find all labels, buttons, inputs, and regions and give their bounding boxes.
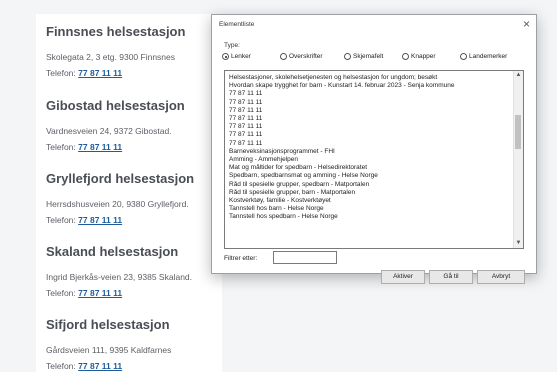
list-item[interactable]: Spedbarn, spedbarnsmat og amming - Helse… [229,172,513,180]
filter-input[interactable] [273,251,337,264]
station-phone-line: Telefon: 77 87 11 11 [46,287,226,299]
list-item[interactable]: 77 87 11 11 [229,140,513,148]
station-gryllefjord: Gryllefjord helsestasjon Herrsdshusveien… [46,171,226,226]
station-gibostad: Gibostad helsestasjon Vardnesveien 24, 9… [46,98,226,153]
list-item[interactable]: Tannstell hos barn - Helse Norge [229,205,513,213]
radio-label: Skjemafelt [353,53,384,60]
phone-label: Telefon: [46,142,76,152]
phone-link[interactable]: 77 87 11 11 [78,215,122,225]
radio-dot[interactable] [280,53,287,60]
scroll-down-icon[interactable]: ▼ [514,239,523,248]
list-item[interactable]: Amming - Ammehjelpen [229,156,513,164]
list-item[interactable]: 77 87 11 11 [229,131,513,139]
radio-dot[interactable] [222,53,229,60]
radio-label: Lenker [231,53,251,60]
phone-link[interactable]: 77 87 11 11 [78,361,122,371]
list-item[interactable]: 77 87 11 11 [229,115,513,123]
phone-label: Telefon: [46,215,76,225]
list-item[interactable]: Tannstell hos spedbarn - Helse Norge [229,213,513,221]
list-item[interactable]: Hvordan skape trygghet for barn - Kunsta… [229,82,513,90]
scroll-thumb[interactable] [515,115,521,149]
list-item[interactable]: 77 87 11 11 [229,90,513,98]
dialog-title: Elementliste [219,21,255,28]
radio-label: Overskrifter [289,53,323,60]
radio-label: Landemerker [469,53,508,60]
filter-label: Filtrer etter: [224,255,258,262]
radio-label: Knapper [411,53,436,60]
activate-button[interactable]: Aktiver [381,270,425,284]
station-sifjord: Sifjord helsestasjon Gårdsveien 111, 939… [46,317,226,372]
phone-label: Telefon: [46,68,76,78]
list-scrollbar[interactable]: ▲ ▼ [513,71,523,248]
list-item[interactable]: Helsestasjoner, skolehelsetjenesten og h… [229,74,513,82]
station-phone-line: Telefon: 77 87 11 11 [46,67,226,79]
station-finnsnes: Finnsnes helsestasjon Skolegata 2, 3 etg… [46,24,226,79]
station-skaland: Skaland helsestasjon Ingrid Bjerkås-veie… [46,244,226,299]
list-item[interactable]: Kostverktøy, familie - Kostverktøyet [229,197,513,205]
station-title: Skaland helsestasjon [46,244,179,259]
station-phone-line: Telefon: 77 87 11 11 [46,214,226,226]
station-phone-line: Telefon: 77 87 11 11 [46,141,226,153]
element-list-dialog: Elementliste × Type: Lenker Overskrifter… [211,14,537,284]
radio-links[interactable]: Lenker [222,53,251,60]
cancel-button[interactable]: Avbryt [477,270,525,284]
list-item[interactable]: Barneveksinasjonsprogrammet - FHI [229,148,513,156]
radio-landmarks[interactable]: Landemerker [460,53,507,60]
station-title: Gryllefjord helsestasjon [46,171,195,186]
phone-label: Telefon: [46,361,76,371]
station-title: Sifjord helsestasjon [46,317,170,332]
list-item[interactable]: 77 87 11 11 [229,107,513,115]
list-item[interactable]: Mat og måltider for spedbarn - Helsedire… [229,164,513,172]
radio-dot[interactable] [460,53,467,60]
station-phone-line: Telefon: 77 87 11 11 [46,360,226,372]
radio-headings[interactable]: Overskrifter [280,53,323,60]
list-item[interactable]: 77 87 11 11 [229,99,513,107]
element-listbox[interactable]: Helsestasjoner, skolehelsetjenesten og h… [224,70,524,249]
phone-link[interactable]: 77 87 11 11 [78,288,122,298]
station-address: Skolegata 2, 3 etg. 9300 Finnsnes [46,52,176,62]
station-address: Vardnesveien 24, 9372 Gibostad. [46,126,172,136]
radio-buttons[interactable]: Knapper [402,53,436,60]
station-address: Gårdsveien 111, 9395 Kaldfarnes [46,345,172,355]
phone-link[interactable]: 77 87 11 11 [78,142,122,152]
radio-dot[interactable] [402,53,409,60]
list-item[interactable]: Råd til spesielle grupper, barn - Matpor… [229,189,513,197]
goto-button[interactable]: Gå til [429,270,473,284]
list-items: Helsestasjoner, skolehelsetjenesten og h… [229,74,513,222]
radio-dot[interactable] [344,53,351,60]
station-title: Finnsnes helsestasjon [46,24,186,39]
station-address: Herrsdshusveien 20, 9380 Gryllefjord. [46,199,189,209]
list-item[interactable]: Råd til spesielle grupper, spedbarn - Ma… [229,181,513,189]
close-icon[interactable]: × [523,17,530,31]
scroll-up-icon[interactable]: ▲ [514,71,523,80]
station-title: Gibostad helsestasjon [46,98,185,113]
type-radio-group: Lenker Overskrifter Skjemafelt Knapper L… [222,53,526,65]
type-label: Type: [224,42,240,49]
phone-label: Telefon: [46,288,76,298]
station-address: Ingrid Bjerkås-veien 23, 9385 Skaland. [46,272,193,282]
list-item[interactable]: 77 87 11 11 [229,123,513,131]
radio-form-fields[interactable]: Skjemafelt [344,53,383,60]
phone-link[interactable]: 77 87 11 11 [78,68,122,78]
